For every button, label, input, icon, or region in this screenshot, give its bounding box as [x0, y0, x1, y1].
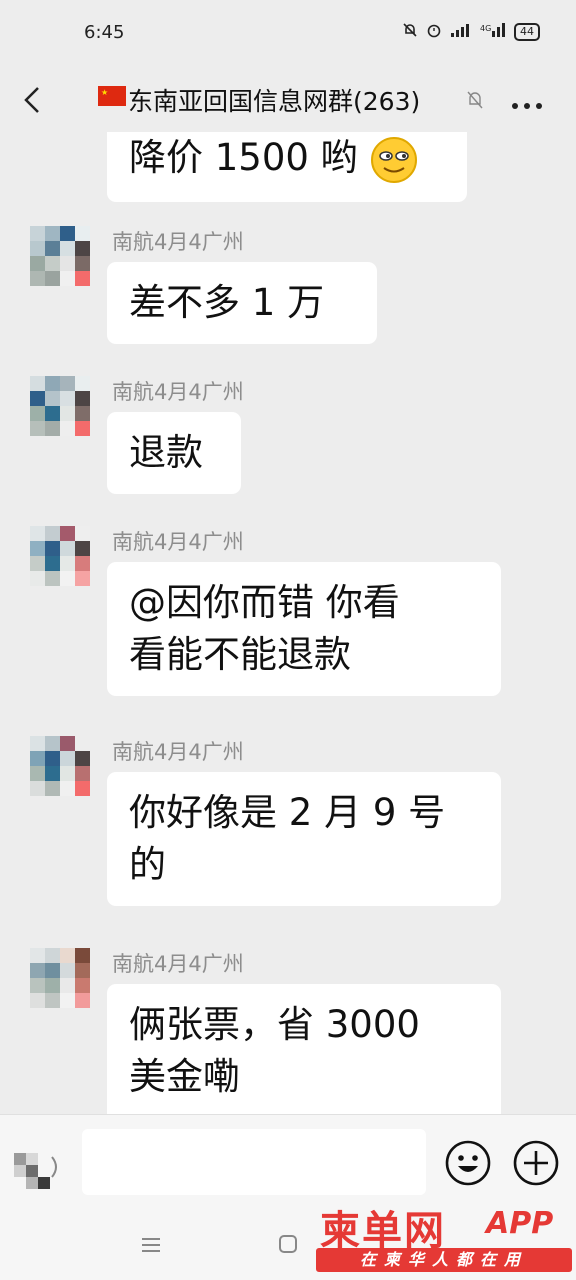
message-text: 差不多 1 万 — [129, 281, 325, 324]
chat-message-list[interactable]: 降价 1500 哟 南航4月4广州 差不多 1 万 南航4月4广州 退款 南航4… — [0, 132, 576, 1114]
message-bubble[interactable]: 差不多 1 万 — [107, 262, 377, 344]
input-bar — [0, 1114, 576, 1207]
signal-4g-icon: 4G — [480, 23, 506, 41]
signal-icon — [450, 23, 472, 41]
message-text-line: 的 — [129, 843, 166, 886]
svg-text:★: ★ — [101, 88, 108, 97]
chat-title[interactable]: 东南亚回国信息网群(263) — [128, 82, 420, 118]
title-bar: ★ 东南亚回国信息网群(263) — [0, 70, 576, 132]
avatar[interactable] — [30, 376, 90, 436]
alarm-icon — [426, 22, 442, 42]
watermark-tagline: 在柬华人都在用 — [316, 1248, 572, 1272]
message-text: 降价 1500 哟 — [129, 136, 358, 179]
watermark-logo: 柬单网 APP 在柬华人都在用 — [316, 1196, 572, 1276]
status-time: 6:45 — [84, 22, 125, 43]
sender-name: 南航4月4广州 — [112, 230, 244, 254]
emoji-button-icon[interactable] — [444, 1139, 492, 1187]
home-icon[interactable] — [278, 1234, 298, 1254]
avatar[interactable] — [30, 526, 90, 586]
message-bubble[interactable]: 退款 — [107, 412, 241, 494]
message-input[interactable] — [82, 1129, 426, 1195]
message-text-line: @因你而错 你看 — [129, 581, 400, 624]
message-bubble[interactable]: 俩张票，省 3000 美金嘞 — [107, 984, 501, 1114]
message-text-line: 你好像是 2 月 9 号 — [129, 791, 446, 834]
message-bubble[interactable]: @因你而错 你看 看能不能退款 — [107, 562, 501, 696]
message-bubble[interactable]: 降价 1500 哟 — [107, 132, 467, 202]
muted-notification-icon — [466, 88, 484, 112]
avatar[interactable] — [30, 736, 90, 796]
message-bubble[interactable]: 你好像是 2 月 9 号 的 — [107, 772, 501, 906]
message-text-line: 美金嘞 — [129, 1055, 240, 1098]
watermark-app: APP — [486, 1206, 554, 1241]
status-icons: 4G 44 — [402, 22, 540, 42]
message-text: 退款 — [129, 431, 203, 474]
message-text-line: 看能不能退款 — [129, 633, 351, 676]
sender-name: 南航4月4广州 — [112, 530, 244, 554]
mute-bell-icon — [402, 22, 418, 42]
sender-name: 南航4月4广州 — [112, 952, 244, 976]
back-arrow-icon[interactable] — [18, 80, 48, 120]
sender-name: 南航4月4广州 — [112, 740, 244, 764]
message-text-line: 俩张票，省 3000 — [129, 1003, 420, 1046]
sender-name: 南航4月4广州 — [112, 380, 244, 404]
recent-apps-icon[interactable] — [140, 1236, 162, 1254]
status-bar: 6:45 4G 44 — [0, 0, 576, 70]
more-options-icon[interactable] — [510, 96, 544, 109]
avatar[interactable] — [30, 948, 90, 1008]
voice-toggle-icon[interactable] — [14, 1143, 62, 1191]
china-flag-icon: ★ — [98, 86, 126, 106]
avatar[interactable] — [30, 226, 90, 286]
add-attachment-icon[interactable] — [512, 1139, 560, 1187]
smirk-emoji-icon — [369, 135, 419, 185]
battery-icon: 44 — [514, 23, 540, 41]
svg-text:4G: 4G — [480, 24, 491, 33]
